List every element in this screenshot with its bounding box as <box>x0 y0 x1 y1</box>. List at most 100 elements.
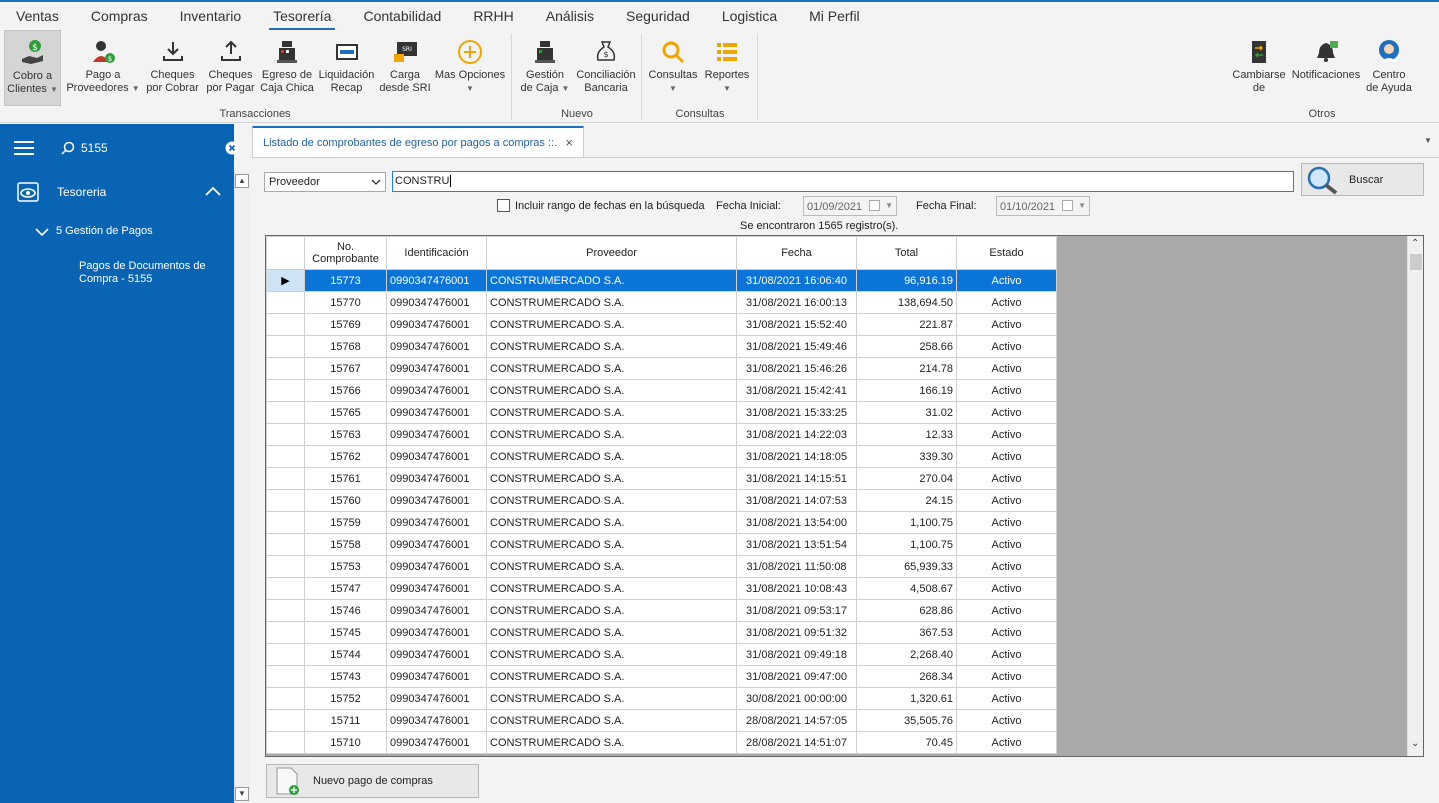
cell-total[interactable]: 65,939.33 <box>856 555 957 578</box>
table-row[interactable]: 15767 0990347476001 CONSTRUMERCADO S.A. 31/… <box>266 357 1057 380</box>
cobro-clientes-button[interactable]: $ Cobro a Clientes ▼ <box>4 30 61 106</box>
cell-proveedor[interactable]: CONSTRUMERCADO S.A. <box>486 621 737 644</box>
table-row[interactable]: 15765 0990347476001 CONSTRUMERCADO S.A. 31/… <box>266 401 1057 424</box>
cell-estado[interactable]: Activo <box>956 533 1057 556</box>
cell-comprobante[interactable]: 15765 <box>304 401 387 424</box>
cell-comprobante[interactable]: 15711 <box>304 709 387 732</box>
cell-proveedor[interactable]: CONSTRUMERCADO S.A. <box>486 269 737 292</box>
table-row[interactable]: 15766 0990347476001 CONSTRUMERCADO S.A. 31/… <box>266 379 1057 402</box>
cell-identificacion[interactable]: 0990347476001 <box>386 467 487 490</box>
reportes-button[interactable]: Reportes ▼ <box>701 30 753 106</box>
cell-proveedor[interactable]: CONSTRUMERCADO S.A. <box>486 643 737 666</box>
table-row[interactable]: 15760 0990347476001 CONSTRUMERCADO S.A. 31/… <box>266 489 1057 512</box>
cell-comprobante[interactable]: 15746 <box>304 599 387 622</box>
cell-fecha[interactable]: 31/08/2021 16:00:13 <box>736 291 857 314</box>
cell-proveedor[interactable]: CONSTRUMERCADO S.A. <box>486 335 737 358</box>
cell-comprobante[interactable]: 15752 <box>304 687 387 710</box>
cell-estado[interactable]: Activo <box>956 401 1057 424</box>
gestion-caja-button[interactable]: Gestión de Caja ▼ <box>517 30 573 106</box>
calendar-icon[interactable] <box>869 200 880 211</box>
cell-estado[interactable]: Activo <box>956 599 1057 622</box>
cell-estado[interactable]: Activo <box>956 709 1057 732</box>
table-row[interactable]: 15752 0990347476001 CONSTRUMERCADO S.A. 30/… <box>266 687 1057 710</box>
cell-comprobante[interactable]: 15766 <box>304 379 387 402</box>
cell-proveedor[interactable]: CONSTRUMERCADO S.A. <box>486 445 737 468</box>
cell-comprobante[interactable]: 15743 <box>304 665 387 688</box>
cell-proveedor[interactable]: CONSTRUMERCADO S.A. <box>486 687 737 710</box>
cell-identificacion[interactable]: 0990347476001 <box>386 665 487 688</box>
row-header[interactable] <box>266 467 305 490</box>
table-row[interactable]: 15747 0990347476001 CONSTRUMERCADO S.A. 31/… <box>266 577 1057 600</box>
menu-tab-inventario[interactable]: Inventario <box>164 2 257 30</box>
column-header-fecha[interactable]: Fecha <box>736 236 857 270</box>
mas-opciones-button[interactable]: Mas Opciones ▼ <box>434 30 506 106</box>
scroll-down-arrow-icon[interactable]: ▼ <box>235 787 249 801</box>
sidebar-item-pagos-documentos[interactable]: Pagos de Documentos de Compra - 5155 <box>79 260 206 286</box>
cell-estado[interactable]: Activo <box>956 731 1057 754</box>
menu-tab-logistica[interactable]: Logistica <box>706 2 793 30</box>
conciliacion-bancaria-button[interactable]: $ Conciliación Bancaria <box>575 30 637 106</box>
cell-estado[interactable]: Activo <box>956 335 1057 358</box>
cell-comprobante[interactable]: 15761 <box>304 467 387 490</box>
table-row[interactable]: 15745 0990347476001 CONSTRUMERCADO S.A. 31/… <box>266 621 1057 644</box>
cell-identificacion[interactable]: 0990347476001 <box>386 643 487 666</box>
cell-proveedor[interactable]: CONSTRUMERCADO S.A. <box>486 467 737 490</box>
scroll-up-arrow-icon[interactable]: ⌃ <box>1411 238 1419 249</box>
row-header[interactable] <box>266 555 305 578</box>
cell-comprobante[interactable]: 15753 <box>304 555 387 578</box>
cell-fecha[interactable]: 31/08/2021 15:46:26 <box>736 357 857 380</box>
table-row[interactable]: ▶ 15773 0990347476001 CONSTRUMERCADO S.A. 31… <box>266 269 1057 292</box>
cell-total[interactable]: 4,508.67 <box>856 577 957 600</box>
column-header-estado[interactable]: Estado <box>956 236 1057 270</box>
fecha-inicial-field[interactable]: 01/09/2021 ▼ <box>803 196 897 216</box>
cell-estado[interactable]: Activo <box>956 621 1057 644</box>
cell-proveedor[interactable]: CONSTRUMERCADO S.A. <box>486 511 737 534</box>
cell-total[interactable]: 12.33 <box>856 423 957 446</box>
cell-fecha[interactable]: 31/08/2021 15:33:25 <box>736 401 857 424</box>
chevron-down-icon[interactable] <box>35 227 49 237</box>
cell-estado[interactable]: Activo <box>956 665 1057 688</box>
cell-fecha[interactable]: 28/08/2021 14:51:07 <box>736 731 857 754</box>
scroll-up-arrow-icon[interactable]: ▲ <box>235 174 249 188</box>
sidebar-section-gestion-pagos[interactable]: 5 Gestión de Pagos <box>56 225 153 237</box>
cell-identificacion[interactable]: 0990347476001 <box>386 291 487 314</box>
cell-proveedor[interactable]: CONSTRUMERCADO S.A. <box>486 555 737 578</box>
table-row[interactable]: 15744 0990347476001 CONSTRUMERCADO S.A. 31/… <box>266 643 1057 666</box>
cell-identificacion[interactable]: 0990347476001 <box>386 401 487 424</box>
buscar-button[interactable]: Buscar <box>1301 163 1424 196</box>
cell-fecha[interactable]: 31/08/2021 09:49:18 <box>736 643 857 666</box>
notificaciones-button[interactable]: Notificaciones <box>1291 30 1361 106</box>
liquidacion-recap-button[interactable]: Liquidación Recap <box>317 30 376 106</box>
search-field-select[interactable]: Proveedor <box>264 172 386 192</box>
cell-fecha[interactable]: 31/08/2021 09:51:32 <box>736 621 857 644</box>
cell-comprobante[interactable]: 15767 <box>304 357 387 380</box>
row-header[interactable] <box>266 709 305 732</box>
cell-total[interactable]: 166.19 <box>856 379 957 402</box>
row-header[interactable] <box>266 335 305 358</box>
cell-estado[interactable]: Activo <box>956 467 1057 490</box>
cell-identificacion[interactable]: 0990347476001 <box>386 621 487 644</box>
table-row[interactable]: 15759 0990347476001 CONSTRUMERCADO S.A. 31/… <box>266 511 1057 534</box>
cell-comprobante[interactable]: 15747 <box>304 577 387 600</box>
cell-fecha[interactable]: 31/08/2021 14:15:51 <box>736 467 857 490</box>
fecha-final-field[interactable]: 01/10/2021 ▼ <box>996 196 1090 216</box>
cell-identificacion[interactable]: 0990347476001 <box>386 599 487 622</box>
table-row[interactable]: 15768 0990347476001 CONSTRUMERCADO S.A. 31/… <box>266 335 1057 358</box>
cell-total[interactable]: 367.53 <box>856 621 957 644</box>
cell-comprobante[interactable]: 15763 <box>304 423 387 446</box>
row-header[interactable]: ▶ <box>266 269 305 292</box>
column-header-identificacion[interactable]: Identificación <box>386 236 487 270</box>
cell-estado[interactable]: Activo <box>956 489 1057 512</box>
table-row[interactable]: 15711 0990347476001 CONSTRUMERCADO S.A. 28/… <box>266 709 1057 732</box>
hamburger-menu-icon[interactable] <box>14 141 34 155</box>
cell-estado[interactable]: Activo <box>956 445 1057 468</box>
cell-identificacion[interactable]: 0990347476001 <box>386 269 487 292</box>
cheques-pagar-button[interactable]: Cheques por Pagar <box>203 30 258 106</box>
cell-fecha[interactable]: 31/08/2021 13:51:54 <box>736 533 857 556</box>
cell-fecha[interactable]: 31/08/2021 14:07:53 <box>736 489 857 512</box>
cell-total[interactable]: 1,100.75 <box>856 533 957 556</box>
cell-identificacion[interactable]: 0990347476001 <box>386 335 487 358</box>
cell-comprobante[interactable]: 15744 <box>304 643 387 666</box>
menu-tab-contabilidad[interactable]: Contabilidad <box>347 2 457 30</box>
cell-proveedor[interactable]: CONSTRUMERCADO S.A. <box>486 599 737 622</box>
